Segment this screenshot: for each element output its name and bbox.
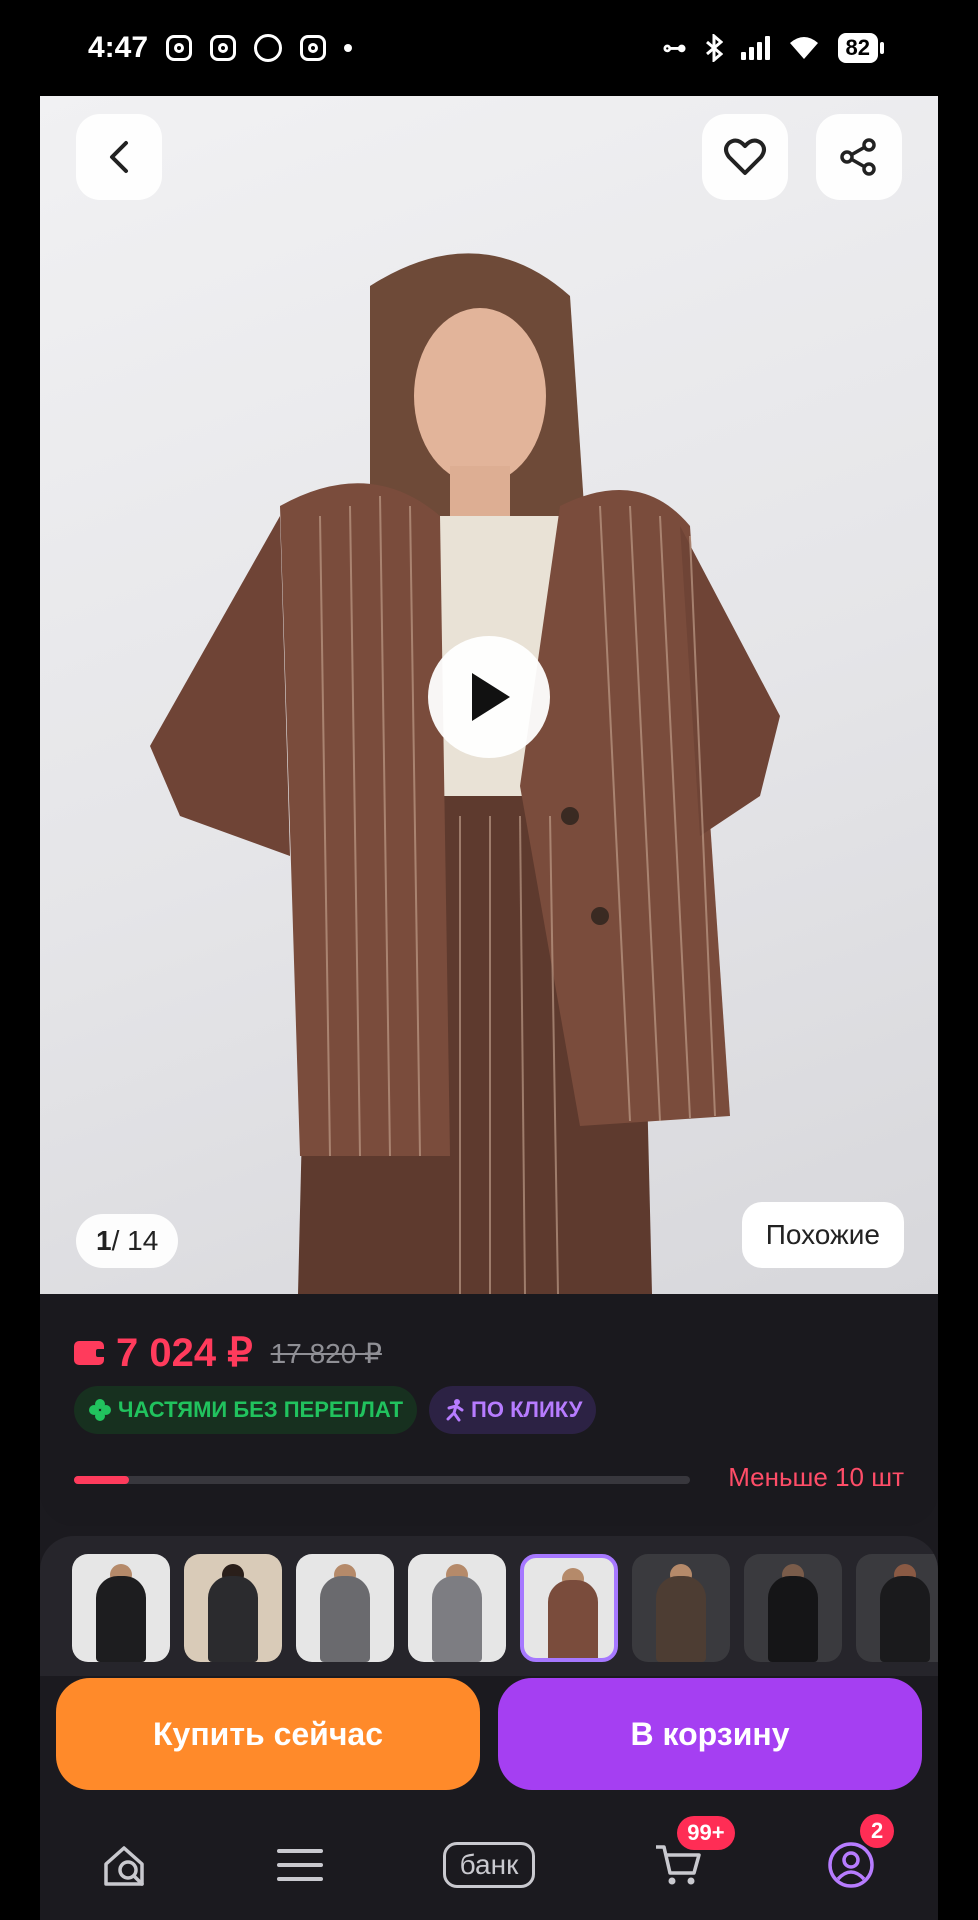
instagram-icon: [300, 35, 327, 61]
bottom-navigation: банк 99+ 2: [40, 1810, 938, 1920]
signal-icon: [740, 36, 770, 60]
share-button[interactable]: [816, 114, 902, 200]
nav-catalog[interactable]: [255, 1830, 345, 1900]
nav-profile[interactable]: 2: [806, 1814, 896, 1900]
photo-counter-current: 1: [96, 1225, 112, 1256]
play-video-button[interactable]: [428, 636, 550, 758]
current-price: 7 024 ₽: [116, 1331, 253, 1375]
clover-icon: [89, 1399, 111, 1421]
stock-text: Меньше 10 шт: [728, 1462, 904, 1492]
home-search-icon: [104, 1846, 144, 1886]
favorite-button[interactable]: [702, 114, 788, 200]
variant-thumbnail[interactable]: [296, 1554, 394, 1662]
variant-thumbnail-selected[interactable]: [520, 1554, 618, 1662]
nav-bank[interactable]: банк: [429, 1830, 549, 1900]
share-icon: [840, 138, 876, 176]
installments-badge[interactable]: ЧАСТЯМИ БЕЗ ПЕРЕПЛАТ: [74, 1386, 418, 1434]
similar-button[interactable]: Похожие: [741, 1202, 904, 1268]
cart-badge: 99+: [677, 1816, 735, 1850]
battery-indicator: 82: [837, 33, 885, 63]
price-card: 7 024 ₽ 17 820 ₽ ЧАСТЯМИ БЕЗ ПЕРЕПЛАТ ПО…: [40, 1294, 938, 1526]
app-screen: 4:47 ⊶ 82 1 / 14 Похожие 7 024 ₽ 17 820 …: [40, 0, 938, 1920]
running-person-icon: [446, 1399, 464, 1422]
variant-thumbnail[interactable]: [72, 1554, 170, 1662]
variant-thumbnail[interactable]: [744, 1554, 842, 1662]
chevron-left-icon: [110, 141, 128, 173]
price-row: 7 024 ₽ 17 820 ₽: [74, 1330, 382, 1376]
stock-progress-fill: [74, 1476, 130, 1484]
variant-thumbnails: [40, 1536, 938, 1676]
bank-label: банк: [442, 1842, 536, 1888]
heart-icon: [724, 138, 766, 175]
status-bar: 4:47 ⊶ 82: [40, 0, 938, 96]
variant-thumbnail[interactable]: [632, 1554, 730, 1662]
whatsapp-icon: [254, 34, 283, 62]
installments-label: ЧАСТЯМИ БЕЗ ПЕРЕПЛАТ: [118, 1397, 404, 1422]
variant-thumbnail[interactable]: [408, 1554, 506, 1662]
nav-cart[interactable]: 99+: [633, 1816, 735, 1900]
one-click-badge[interactable]: ПО КЛИКУ: [429, 1386, 597, 1434]
variant-thumbnail[interactable]: [184, 1554, 282, 1662]
wifi-icon: [789, 37, 818, 59]
stock-progress-bar: [74, 1476, 690, 1484]
profile-icon: [828, 1842, 874, 1888]
menu-icon: [277, 1849, 324, 1881]
instagram-icon: [210, 35, 237, 61]
clock: 4:47: [88, 31, 149, 64]
add-to-cart-button[interactable]: В корзину: [498, 1678, 922, 1790]
variant-thumbnail-strip[interactable]: [72, 1554, 938, 1662]
bluetooth-icon: [705, 34, 723, 62]
product-photo-gallery[interactable]: 1 / 14 Похожие: [40, 96, 938, 1294]
profile-badge: 2: [860, 1814, 895, 1848]
more-notifications-dot: [344, 44, 353, 52]
old-price: 17 820 ₽: [270, 1337, 382, 1369]
wallet-icon: [74, 1341, 106, 1365]
instagram-icon: [166, 35, 193, 61]
nav-home[interactable]: [82, 1830, 172, 1900]
vpn-key-icon: ⊶: [662, 34, 687, 62]
buy-now-button[interactable]: Купить сейчас: [56, 1678, 480, 1790]
variant-thumbnail[interactable]: [856, 1554, 938, 1662]
promo-badges: ЧАСТЯМИ БЕЗ ПЕРЕПЛАТ ПО КЛИКУ: [74, 1386, 597, 1434]
status-bar-right: ⊶ 82: [662, 33, 885, 63]
back-button[interactable]: [76, 114, 162, 200]
photo-counter: 1 / 14: [76, 1214, 179, 1268]
play-icon: [472, 673, 510, 721]
status-bar-left: 4:47: [88, 31, 353, 65]
one-click-label: ПО КЛИКУ: [471, 1397, 583, 1422]
photo-counter-total: / 14: [111, 1225, 159, 1256]
